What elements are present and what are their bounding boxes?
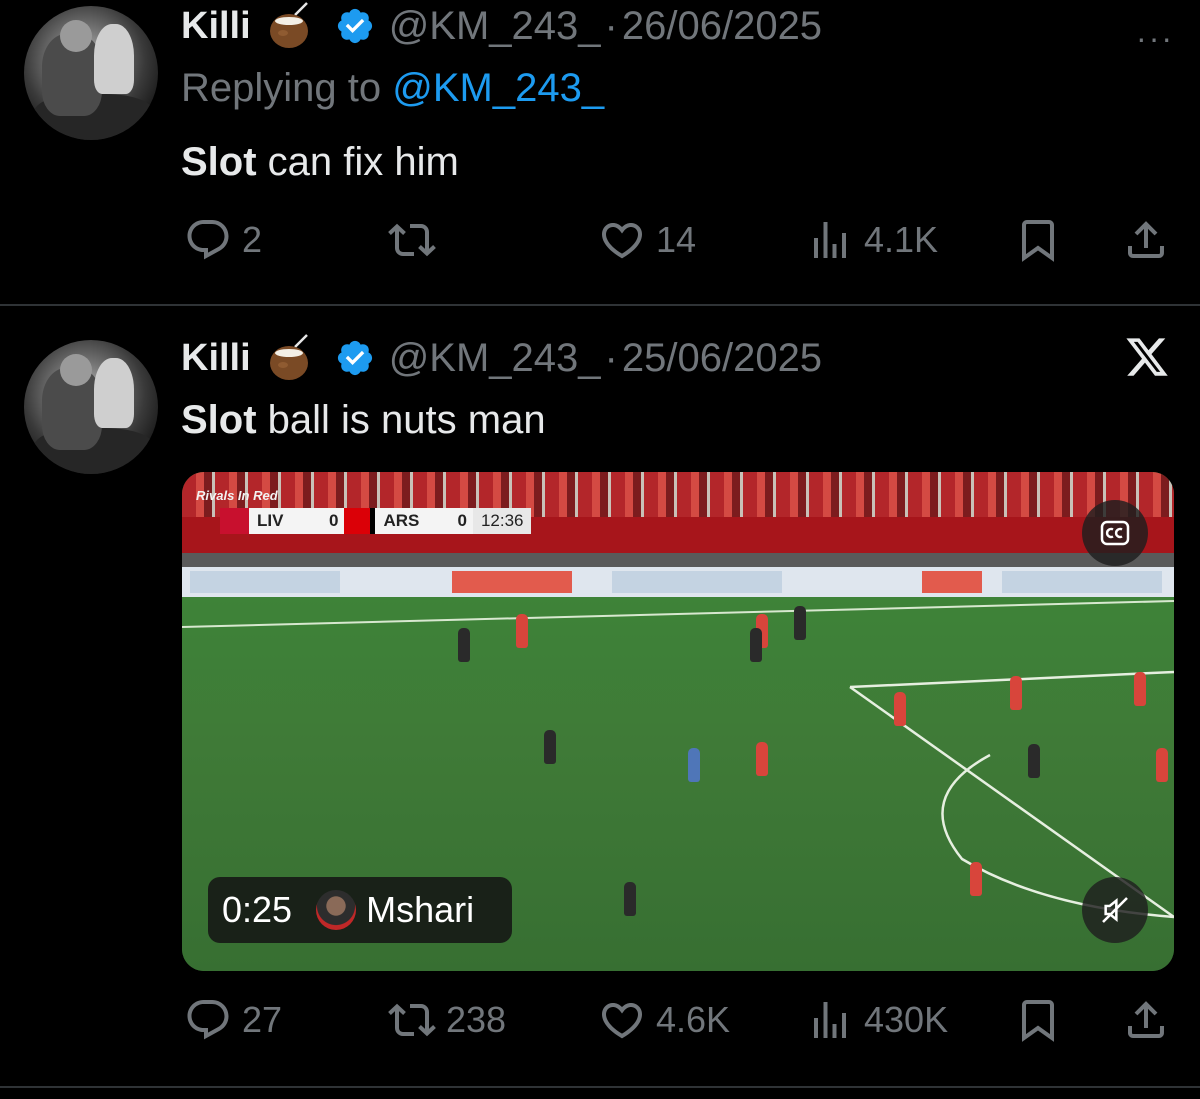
like-button[interactable]: 4.6K: [598, 996, 730, 1044]
player: [458, 628, 470, 662]
captions-button[interactable]: [1082, 500, 1148, 566]
repost-button[interactable]: 238: [388, 996, 506, 1044]
uploader-name[interactable]: Mshari: [366, 889, 474, 931]
like-icon: [598, 996, 646, 1044]
views-button[interactable]: 430K: [806, 996, 948, 1044]
handle[interactable]: @KM_243_: [389, 336, 601, 381]
handle[interactable]: @KM_243_: [389, 4, 601, 49]
repost-count: 238: [446, 999, 507, 1040]
repost-icon: [388, 996, 436, 1044]
repost-icon: [388, 216, 436, 264]
reply-count: 2: [242, 219, 263, 260]
like-count: 14: [656, 219, 697, 260]
tweet-text: Slot can fix him: [181, 140, 459, 185]
player: [894, 692, 906, 726]
display-name[interactable]: Killi: [181, 337, 251, 380]
action-bar: 2 14 4.1K: [0, 216, 1200, 266]
reply-icon: [184, 216, 232, 264]
tweet-text-rest: ball is nuts man: [256, 398, 546, 442]
share-button[interactable]: [1122, 996, 1170, 1044]
like-count: 4.6K: [656, 999, 731, 1040]
referee: [688, 748, 700, 782]
player: [970, 862, 982, 896]
player: [624, 882, 636, 916]
views-icon: [806, 216, 854, 264]
views-button[interactable]: 4.1K: [806, 216, 938, 264]
verified-badge-icon[interactable]: [335, 6, 375, 46]
tweet-header: Killi @KM_243_ · 25/06/2025: [181, 332, 822, 384]
away-team: ARS: [370, 508, 452, 534]
cc-icon: [1100, 520, 1130, 546]
coconut-drink-icon: [269, 2, 308, 48]
uploader-avatar[interactable]: [316, 890, 357, 930]
tweet-text: Slot ball is nuts man: [181, 398, 546, 443]
video-stand-wall: [182, 553, 1174, 567]
tweet-text-bold: Slot: [181, 140, 257, 184]
video-info-pill: 0:25 Mshari: [208, 877, 512, 943]
tweet-original[interactable]: Killi @KM_243_ · 25/06/2025 Slot ball is…: [0, 306, 1200, 1088]
mute-icon: [1102, 897, 1128, 923]
share-icon: [1122, 216, 1170, 264]
mute-button[interactable]: [1082, 877, 1148, 943]
player: [1134, 672, 1146, 706]
view-count: 430K: [864, 999, 949, 1040]
player: [794, 606, 806, 640]
player: [516, 614, 528, 648]
like-icon: [598, 216, 646, 264]
tweet-reply[interactable]: Killi @KM_243_ · 26/06/2025 ··· Replying…: [0, 0, 1200, 306]
tweet-header: Killi @KM_243_ · 26/06/2025: [181, 0, 822, 52]
verified-badge-icon[interactable]: [335, 338, 375, 378]
separator-dot: ·: [604, 3, 618, 48]
video-adboards: [182, 567, 1174, 597]
like-button[interactable]: 14: [598, 216, 696, 264]
home-team: LIV: [244, 508, 323, 534]
player: [1156, 748, 1168, 782]
bookmark-icon: [1014, 216, 1062, 264]
player: [1010, 676, 1022, 710]
tweet-text-rest: can fix him: [256, 140, 459, 184]
avatar[interactable]: [24, 340, 158, 474]
display-name[interactable]: Killi: [181, 5, 251, 48]
video-player[interactable]: Rivals In Red LIV 0 ARS 0 12:36 0:25 Msh…: [182, 472, 1174, 971]
timestamp[interactable]: 26/06/2025: [622, 4, 822, 49]
bookmark-button[interactable]: [1014, 996, 1062, 1044]
x-logo-icon[interactable]: [1124, 334, 1170, 380]
separator-dot: ·: [604, 335, 618, 380]
reply-button[interactable]: 2: [184, 216, 262, 264]
views-icon: [806, 996, 854, 1044]
bookmark-button[interactable]: [1014, 216, 1062, 264]
replying-to: Replying to @KM_243_: [181, 66, 604, 111]
view-count: 4.1K: [864, 219, 939, 260]
share-icon: [1122, 996, 1170, 1044]
more-icon[interactable]: ···: [1136, 20, 1174, 57]
player: [756, 742, 768, 776]
coconut-drink-icon: [269, 334, 308, 380]
scoreboard: LIV 0 ARS 0 12:36: [220, 508, 532, 534]
home-score: 0: [323, 508, 345, 534]
timestamp[interactable]: 25/06/2025: [622, 336, 822, 381]
action-bar: 27 238 4.6K 430K: [0, 996, 1200, 1046]
video-overlay-label: Rivals In Red: [196, 488, 278, 503]
reply-count: 27: [242, 999, 283, 1040]
away-score: 0: [451, 508, 473, 534]
video-duration: 0:25: [222, 889, 293, 930]
repost-button[interactable]: [388, 216, 446, 264]
match-clock: 12:36: [472, 508, 532, 534]
player: [1028, 744, 1040, 778]
mention-link[interactable]: @KM_243_: [392, 66, 604, 110]
player: [750, 628, 762, 662]
avatar[interactable]: [24, 6, 158, 140]
share-button[interactable]: [1122, 216, 1170, 264]
liverpool-crest-icon: [220, 508, 244, 534]
tweet-text-bold: Slot: [181, 398, 257, 442]
arsenal-crest-icon: [344, 508, 371, 534]
reply-button[interactable]: 27: [184, 996, 282, 1044]
bookmark-icon: [1014, 996, 1062, 1044]
reply-icon: [184, 996, 232, 1044]
player: [544, 730, 556, 764]
replying-to-label: Replying to: [181, 66, 393, 110]
